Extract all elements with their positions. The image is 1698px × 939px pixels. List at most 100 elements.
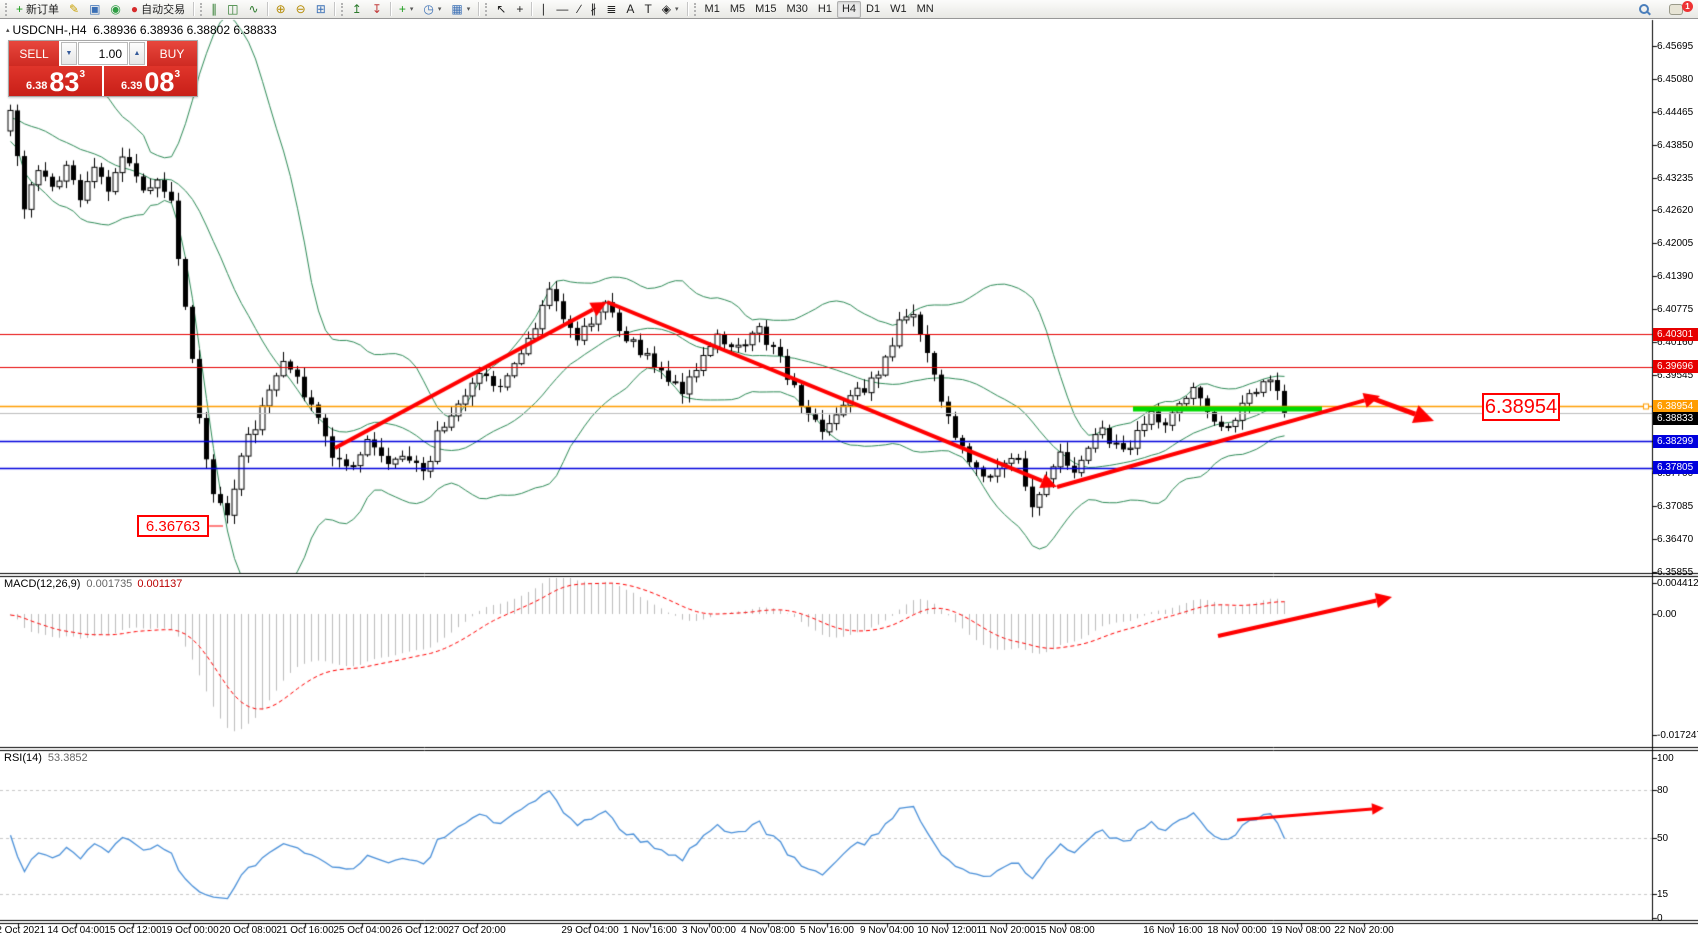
timeframe-d1-label: D1	[866, 3, 880, 15]
vline-button[interactable]: ∣	[535, 1, 551, 18]
price-axis-label: 6.45695	[1657, 41, 1693, 52]
annotation-price-label-level[interactable]: 6.38954	[1482, 393, 1560, 421]
zoom-out-button[interactable]: ⊖	[291, 1, 311, 18]
trendline-button[interactable]: ∕	[573, 1, 585, 18]
chevron-down-icon: ▾	[438, 5, 442, 13]
time-axis-label: 26 Oct 12:00	[391, 925, 448, 936]
price-badge: 6.38833	[1653, 412, 1698, 425]
buy-price[interactable]: 6.39 08 3	[104, 66, 197, 96]
toolbar-separator	[531, 2, 532, 16]
signals-icon: ◉	[110, 3, 120, 15]
timeframe-m5[interactable]: M5	[725, 1, 750, 18]
chart-title: ▴USDCNH-,H4 6.38936 6.38936 6.38802 6.38…	[6, 23, 277, 37]
price-axis-label: 6.37085	[1657, 501, 1693, 512]
timeframe-m5-label: M5	[730, 3, 745, 15]
chevron-down-icon: ▾	[410, 5, 414, 13]
chart-line-button[interactable]: ∿	[244, 1, 264, 18]
chart-bars-button[interactable]: ∥	[206, 1, 222, 18]
periods-button[interactable]: ◷▾	[418, 1, 446, 18]
fibo-button[interactable]: ≣	[601, 1, 621, 18]
sell-button[interactable]: SELL	[9, 41, 59, 66]
time-axis-label: 22 Nov 20:00	[1334, 925, 1394, 936]
autotrade-button[interactable]: ●自动交易	[126, 1, 190, 18]
auto-scroll-button[interactable]: ↥	[347, 1, 367, 18]
timeframe-mn[interactable]: MN	[912, 1, 939, 18]
template-icon: ▦	[451, 3, 462, 15]
annotation-price-label-low[interactable]: 6.36763	[137, 515, 209, 537]
time-axis-label: 21 Oct 16:00	[276, 925, 333, 936]
timeframe-m1[interactable]: M1	[700, 1, 725, 18]
buy-price-small: 6.39	[121, 78, 142, 95]
one-click-controls: SELL ▼ ▲ BUY	[9, 41, 197, 66]
macd-value-main: 0.001735	[86, 578, 132, 590]
toolbar-separator	[334, 2, 335, 16]
timeframe-m15[interactable]: M15	[750, 1, 781, 18]
chart-candles-button[interactable]: ◫	[222, 1, 243, 18]
tile-windows-button[interactable]: ⊞	[311, 1, 331, 18]
signals-button[interactable]: ◉	[105, 1, 125, 18]
timeframe-m30[interactable]: M30	[782, 1, 813, 18]
volume-decrease-button[interactable]: ▼	[61, 42, 77, 65]
toolbar-grip	[694, 3, 697, 16]
toolbar-grip	[200, 3, 203, 16]
text-button[interactable]: A	[621, 1, 639, 18]
trading-terminal-window: +新订单✎▣◉●自动交易∥◫∿⊕⊖⊞↥↧+▾◷▾▦▾↖+∣—∕∦≣AT◈▾M1M…	[0, 0, 1698, 939]
timeframe-w1[interactable]: W1	[885, 1, 912, 18]
price-axis-label: 6.35855	[1657, 567, 1693, 578]
crosshair-button[interactable]: +	[511, 1, 528, 18]
line-chart-icon: ∿	[249, 3, 259, 15]
sell-price-big: 83	[49, 71, 79, 94]
notification-badge: 1	[1682, 1, 1693, 12]
autotrade-button-label: 自动交易	[141, 1, 185, 17]
timeframe-h4[interactable]: H4	[837, 1, 861, 18]
indicators-button[interactable]: +▾	[394, 1, 419, 18]
clock-icon: ◷	[423, 3, 433, 15]
volume-increase-button[interactable]: ▲	[129, 42, 145, 65]
new-order-button[interactable]: +新订单	[11, 1, 64, 18]
timeframe-d1[interactable]: D1	[861, 1, 885, 18]
auto-scroll-icon: ↥	[352, 3, 362, 15]
chart-shift-button[interactable]: ↧	[367, 1, 387, 18]
text-icon: A	[626, 3, 634, 15]
templates-button[interactable]: ▦▾	[446, 1, 475, 18]
price-badge: 6.38299	[1653, 435, 1698, 448]
timeframe-h4-label: H4	[842, 3, 856, 15]
time-axis-label: 11 Nov 20:00	[977, 925, 1036, 936]
label-button[interactable]: T	[639, 1, 656, 18]
buy-button[interactable]: BUY	[147, 41, 197, 66]
toolbar-separator	[267, 2, 268, 16]
zoom-in-button[interactable]: ⊕	[271, 1, 291, 18]
timeframe-h1[interactable]: H1	[813, 1, 837, 18]
cursor-button[interactable]: ↖	[491, 1, 511, 18]
macd-indicator-label: MACD(12,26,9)0.0017350.001137	[4, 578, 182, 590]
vertical-line-icon: ∣	[540, 3, 546, 15]
shapes-button[interactable]: ◈▾	[657, 1, 684, 18]
volume-input[interactable]	[78, 42, 128, 65]
time-axis-label: 4 Nov 08:00	[741, 925, 795, 936]
highlighter-button[interactable]: ✎	[64, 1, 84, 18]
rsi-axis-label: 0	[1657, 913, 1663, 924]
channel-button[interactable]: ∦	[585, 1, 601, 18]
toolbar-grip	[341, 3, 344, 16]
time-axis-label: 19 Nov 08:00	[1271, 925, 1331, 936]
time-axis-label: 1 Nov 16:00	[623, 925, 677, 936]
time-axis-label: 18 Nov 00:00	[1207, 925, 1267, 936]
time-axis-label: 15 Oct 12:00	[104, 925, 161, 936]
rsi-axis-label: 100	[1657, 753, 1674, 764]
sell-price[interactable]: 6.38 83 3	[9, 66, 104, 96]
chart-canvas[interactable]	[0, 0, 1698, 939]
highlighter-icon: ✎	[69, 3, 79, 15]
zoom-in-icon: ⊕	[276, 3, 286, 15]
notifications-button[interactable]: 1	[1664, 1, 1688, 18]
zoom-out-icon: ⊖	[296, 3, 306, 15]
toolbar-grip	[485, 3, 488, 16]
hline-button[interactable]: —	[551, 1, 573, 18]
time-axis-label: 12 Oct 2021	[0, 925, 45, 936]
search-button[interactable]	[1634, 1, 1654, 18]
macd-axis-label: 0.00	[1657, 609, 1676, 620]
profile-button[interactable]: ▣	[84, 1, 105, 18]
object-anchor-icon: ▴	[6, 27, 10, 34]
new-order-icon: +	[16, 3, 23, 15]
timeframe-mn-label: MN	[917, 3, 934, 15]
rsi-name: RSI(14)	[4, 752, 42, 764]
